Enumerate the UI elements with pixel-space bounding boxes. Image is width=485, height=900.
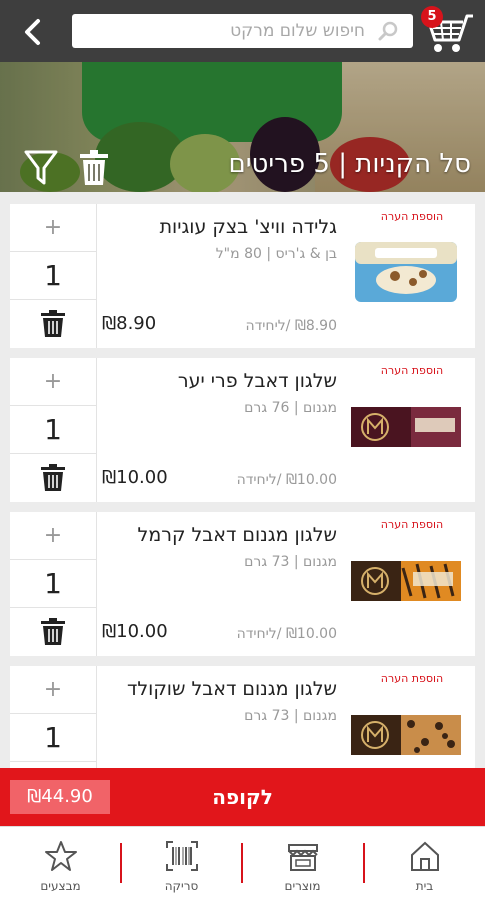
divider <box>96 512 97 656</box>
divider <box>96 666 97 768</box>
home-icon <box>408 839 442 873</box>
product-name[interactable]: גלידה וויצ' בצק עוגיות <box>160 216 337 238</box>
nav-products[interactable]: מוצרים <box>242 827 363 900</box>
line-price: ₪8.90 <box>102 313 157 334</box>
product-brand-size: מגנום | 73 גרם <box>244 554 337 570</box>
increase-quantity-button[interactable]: + <box>10 666 96 714</box>
product-image[interactable] <box>351 236 461 308</box>
product-image[interactable] <box>351 404 461 450</box>
barcode-scan-icon <box>165 839 199 873</box>
cart-total: ₪44.90 <box>10 780 110 814</box>
add-note-link[interactable]: הוספת הערה <box>353 210 471 223</box>
product-brand-size: מגנום | 73 גרם <box>244 708 337 724</box>
cart-items-list[interactable]: + 1 הוספת הערה גלידה וויצ' בצק עוגיות בן… <box>0 192 485 768</box>
cart-count-badge: 5 <box>421 6 443 28</box>
product-image[interactable] <box>351 712 461 758</box>
cart-banner: סל הקניות | 5 פריטים <box>0 62 485 192</box>
nav-scan[interactable]: סריקה <box>121 827 242 900</box>
checkout-button[interactable]: לקופה ₪44.90 <box>0 768 485 826</box>
quantity-stepper: + 1 <box>10 512 96 656</box>
quantity-stepper: + 1 <box>10 666 96 768</box>
remove-item-trash-icon[interactable] <box>40 310 66 338</box>
top-bar: 5 <box>0 0 485 62</box>
add-note-link[interactable]: הוספת הערה <box>353 518 471 531</box>
quantity-value[interactable]: 1 <box>10 560 96 608</box>
clear-cart-trash-icon[interactable] <box>78 150 110 186</box>
cart-item: + 1 הוספת הערה שלגון מגנום דאבל קרמל מגנ… <box>10 512 475 656</box>
search-icon <box>377 20 399 42</box>
increase-quantity-button[interactable]: + <box>10 358 96 406</box>
product-name[interactable]: שלגון מגנום דאבל שוקולד <box>127 678 337 700</box>
product-name[interactable]: שלגון מגנום דאבל קרמל <box>138 524 337 546</box>
nav-deals-label: מבצעים <box>40 879 81 893</box>
quantity-value[interactable]: 1 <box>10 406 96 454</box>
bottom-navigation: בית מוצרים סריקה מבצעים <box>0 826 485 900</box>
product-brand-size: בן & ג'ריס | 80 מ"ל <box>215 246 337 262</box>
line-price: ₪10.00 <box>102 621 168 642</box>
remove-item-trash-icon[interactable] <box>40 618 66 646</box>
divider <box>96 358 97 502</box>
store-icon <box>286 839 320 873</box>
quantity-stepper: + 1 <box>10 358 96 502</box>
nav-products-label: מוצרים <box>284 879 321 893</box>
nav-separator <box>363 843 365 883</box>
product-brand-size: מגנום | 76 גרם <box>244 400 337 416</box>
cart-button[interactable]: 5 <box>421 6 475 56</box>
unit-price: ₪10.00 /ליחידה <box>236 472 337 488</box>
search-box[interactable] <box>72 14 413 48</box>
add-note-link[interactable]: הוספת הערה <box>353 364 471 377</box>
quantity-stepper: + 1 <box>10 204 96 348</box>
line-price: ₪10.00 <box>102 467 168 488</box>
cart-item: + 1 הוספת הערה שלגון מגנום דאבל שוקולד מ… <box>10 666 475 768</box>
product-name[interactable]: שלגון דאבל פרי יער <box>178 370 337 392</box>
remove-item-trash-icon[interactable] <box>40 464 66 492</box>
increase-quantity-button[interactable]: + <box>10 204 96 252</box>
divider <box>96 204 97 348</box>
cart-item: + 1 הוספת הערה שלגון דאבל פרי יער מגנום … <box>10 358 475 502</box>
product-image[interactable] <box>351 558 461 604</box>
cart-item: + 1 הוספת הערה גלידה וויצ' בצק עוגיות בן… <box>10 204 475 348</box>
nav-home[interactable]: בית <box>364 827 485 900</box>
nav-home-label: בית <box>415 879 434 893</box>
search-input[interactable] <box>72 14 413 48</box>
unit-price: ₪10.00 /ליחידה <box>236 626 337 642</box>
add-note-link[interactable]: הוספת הערה <box>353 672 471 685</box>
star-icon <box>44 839 78 873</box>
quantity-value[interactable]: 1 <box>10 714 96 762</box>
back-arrow-icon[interactable] <box>18 17 48 47</box>
quantity-value[interactable]: 1 <box>10 252 96 300</box>
nav-deals[interactable]: מבצעים <box>0 827 121 900</box>
increase-quantity-button[interactable]: + <box>10 512 96 560</box>
filter-icon[interactable] <box>24 150 58 186</box>
cart-title: סל הקניות | 5 פריטים <box>228 149 471 179</box>
nav-scan-label: סריקה <box>164 879 199 893</box>
unit-price: ₪8.90 /ליחידה <box>245 318 337 334</box>
